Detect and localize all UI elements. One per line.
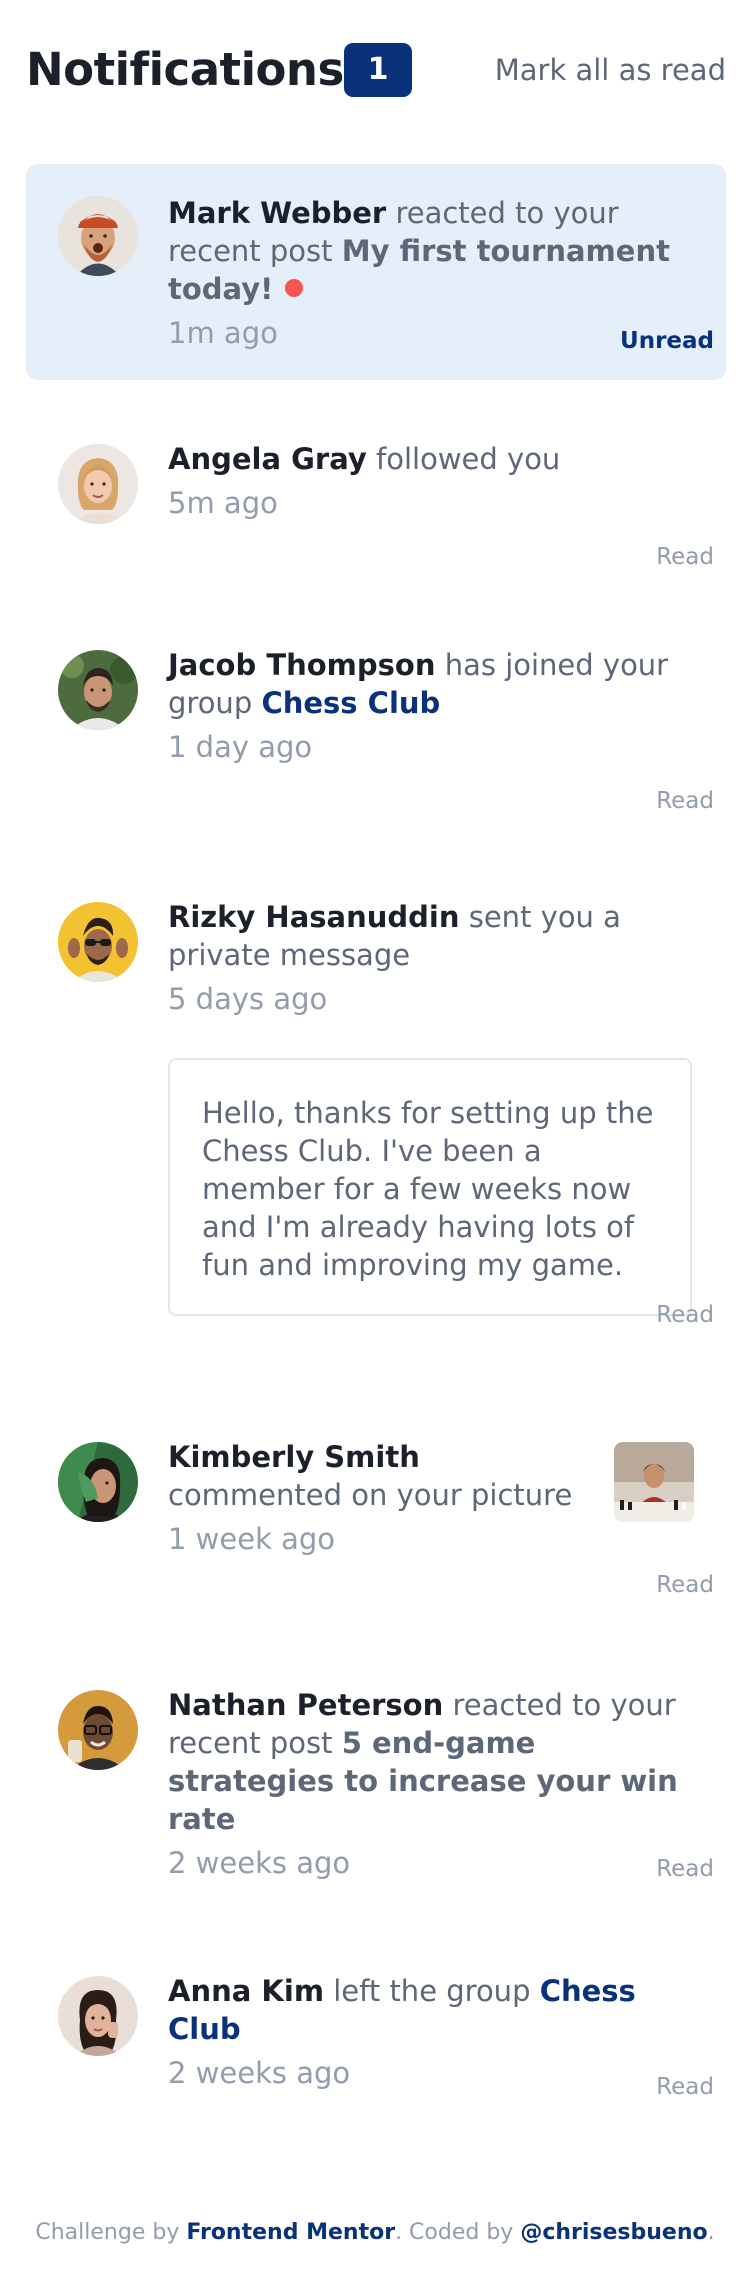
avatar-angela-gray-icon[interactable] <box>58 444 138 524</box>
mark-all-as-read-button[interactable]: Mark all as read <box>495 52 726 88</box>
group-link[interactable]: Chess Club <box>261 686 440 720</box>
chess-picture-thumbnail-icon[interactable] <box>614 1442 694 1522</box>
notification-text: Angela Gray followed you 5m ago <box>168 440 688 522</box>
user-name[interactable]: Angela Gray <box>168 442 367 476</box>
notification-time: 5 days ago <box>168 982 328 1016</box>
attribution-footer: Challenge by Frontend Mentor. Coded by @… <box>0 2218 750 2248</box>
page-title: Notifications <box>26 43 344 96</box>
notification-item[interactable]: Anna Kim left the group Chess Club 2 wee… <box>26 1944 726 2120</box>
notification-text: Anna Kim left the group Chess Club 2 wee… <box>168 1972 688 2092</box>
header: Notifications 1 Mark all as read <box>26 40 726 100</box>
avatar-rizky-hasanuddin-icon[interactable] <box>58 902 138 982</box>
status-badge: Read <box>656 1572 714 1598</box>
notification-text: Jacob Thompson has joined your group Che… <box>168 646 688 766</box>
user-name[interactable]: Anna Kim <box>168 1974 324 2008</box>
user-name[interactable]: Kimberly Smith <box>168 1440 420 1474</box>
frontend-mentor-link[interactable]: Frontend Mentor <box>186 2220 395 2245</box>
footer-suffix: . <box>707 2220 715 2245</box>
notification-time: 5m ago <box>168 486 278 520</box>
challenge-prefix: Challenge by <box>35 2220 180 2245</box>
status-badge: Read <box>656 2074 714 2100</box>
notification-time: 2 weeks ago <box>168 2056 351 2090</box>
avatar-nathan-peterson-icon[interactable] <box>58 1690 138 1770</box>
notification-action: left the group <box>333 1974 531 2008</box>
notifications-page: Notifications 1 Mark all as read Mark We… <box>0 0 750 2288</box>
notification-item[interactable]: Jacob Thompson has joined your group Che… <box>26 618 726 834</box>
notification-text: Nathan Peterson reacted to your recent p… <box>168 1686 688 1882</box>
avatar-kimberly-smith-icon[interactable] <box>58 1442 138 1522</box>
user-name[interactable]: Jacob Thompson <box>168 648 436 682</box>
notification-text: Kimberly Smith commented on your picture… <box>168 1438 598 1558</box>
status-badge: Read <box>656 1302 714 1328</box>
notification-time: 2 weeks ago <box>168 1846 351 1880</box>
status-badge: Read <box>656 544 714 570</box>
status-badge: Read <box>656 1856 714 1882</box>
author-link[interactable]: @chrisesbueno <box>520 2220 707 2245</box>
notification-action: commented on your picture <box>168 1478 573 1512</box>
user-name[interactable]: Mark Webber <box>168 196 386 230</box>
avatar-anna-kim-icon[interactable] <box>58 1976 138 2056</box>
notification-text: Mark Webber reacted to your recent post … <box>168 194 688 352</box>
unread-count-badge: 1 <box>344 43 412 97</box>
notification-item[interactable]: Angela Gray followed you 5m ago Read <box>26 412 726 588</box>
notification-time: 1 week ago <box>168 1522 336 1556</box>
notification-item[interactable]: Rizky Hasanuddin sent you a private mess… <box>26 868 726 1336</box>
notification-action: followed you <box>376 442 561 476</box>
coded-prefix: . Coded by <box>395 2220 514 2245</box>
status-badge: Read <box>656 788 714 814</box>
notification-item[interactable]: Mark Webber reacted to your recent post … <box>26 164 726 380</box>
notification-time: 1 day ago <box>168 730 313 764</box>
avatar-mark-webber-icon[interactable] <box>58 196 138 276</box>
unread-dot-icon <box>285 279 304 297</box>
status-badge: Unread <box>620 328 714 354</box>
notification-item[interactable]: Nathan Peterson reacted to your recent p… <box>26 1658 726 1902</box>
avatar-jacob-thompson-icon[interactable] <box>58 650 138 730</box>
notification-item[interactable]: Kimberly Smith commented on your picture… <box>26 1410 726 1620</box>
notification-time: 1m ago <box>168 316 278 350</box>
private-message-box[interactable]: Hello, thanks for setting up the Chess C… <box>168 1058 692 1316</box>
notification-text: Rizky Hasanuddin sent you a private mess… <box>168 898 688 1018</box>
user-name[interactable]: Rizky Hasanuddin <box>168 900 460 934</box>
user-name[interactable]: Nathan Peterson <box>168 1688 443 1722</box>
